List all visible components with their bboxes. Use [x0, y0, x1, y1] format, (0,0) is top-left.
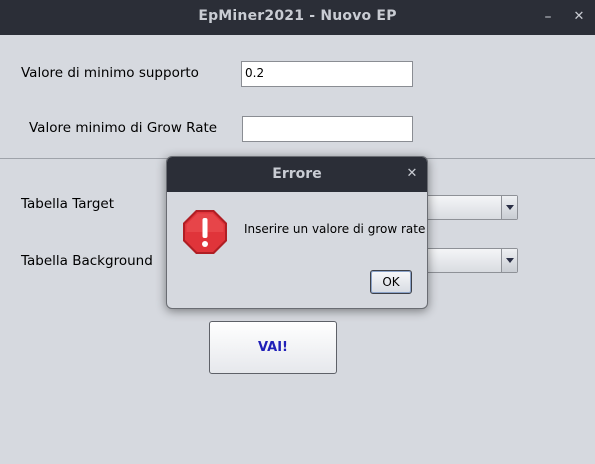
dialog-message: Inserire un valore di grow rate	[244, 222, 426, 236]
background-table-label: Tabella Background	[21, 253, 153, 269]
dialog-close-button[interactable]: ✕	[404, 166, 420, 182]
min-grow-rate-label: Valore minimo di Grow Rate	[29, 120, 218, 136]
chevron-down-icon[interactable]	[501, 196, 517, 219]
window-titlebar: EpMiner2021 - Nuovo EP – ✕	[0, 0, 595, 35]
minimize-button[interactable]: –	[539, 8, 557, 26]
dialog-title: Errore	[272, 166, 322, 182]
vai-button[interactable]: VAI!	[209, 321, 337, 374]
min-support-label: Valore di minimo supporto	[21, 65, 199, 81]
error-octagon-icon	[183, 210, 227, 254]
target-table-label: Tabella Target	[21, 196, 114, 212]
min-support-input[interactable]: 0.2	[241, 61, 413, 87]
dialog-titlebar: Errore ✕	[167, 157, 427, 192]
error-dialog: Errore ✕ Inserire un valore di grow rate…	[166, 156, 428, 309]
window-title: EpMiner2021 - Nuovo EP	[198, 8, 397, 24]
min-grow-rate-input[interactable]	[242, 116, 413, 142]
close-window-button[interactable]: ✕	[570, 8, 588, 26]
chevron-down-icon[interactable]	[501, 249, 517, 272]
ok-button[interactable]: OK	[370, 270, 412, 294]
